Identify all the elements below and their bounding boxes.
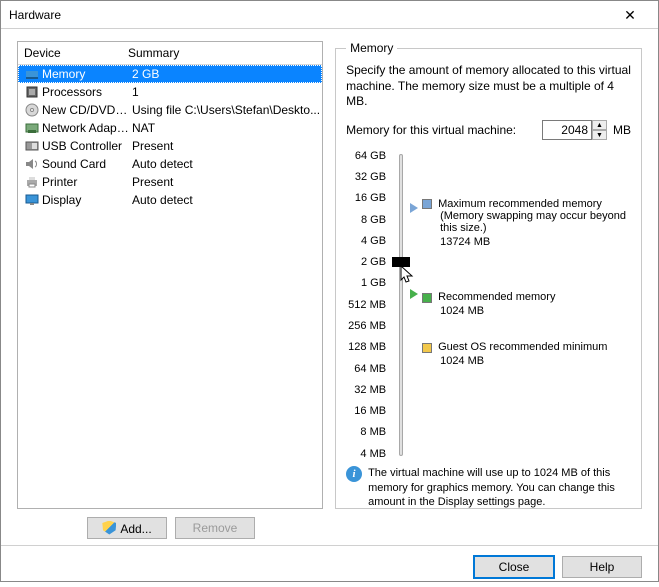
device-row-display[interactable]: DisplayAuto detect (18, 191, 322, 209)
legend-title: Maximum recommended memory (438, 198, 602, 210)
memory-note: i The virtual machine will use up to 102… (346, 466, 631, 511)
device-name: USB Controller (42, 139, 130, 153)
tick-label: 4 GB (361, 235, 386, 247)
memory-icon (24, 66, 40, 82)
tick-label: 2 GB (361, 256, 386, 268)
device-row-printer[interactable]: PrinterPresent (18, 173, 322, 191)
settings-panel: Memory Specify the amount of memory allo… (335, 41, 642, 509)
device-summary: 1 (132, 85, 320, 99)
device-summary: Using file C:\Users\Stefan\Deskto... (132, 103, 320, 117)
window-title: Hardware (9, 8, 61, 22)
memory-legend: Memory (346, 41, 397, 55)
device-row-cd[interactable]: New CD/DVD (...Using file C:\Users\Stefa… (18, 101, 322, 119)
tick-label: 128 MB (348, 341, 386, 353)
sound-icon (24, 156, 40, 172)
header-device[interactable]: Device (24, 46, 128, 60)
legend-item: Guest OS recommended minimum 1024 MB (422, 341, 607, 367)
dialog-footer: Close Help (1, 545, 658, 587)
memory-spinner[interactable]: ▲ ▼ (542, 120, 607, 140)
usb-icon (24, 138, 40, 154)
legend-title: Recommended memory (438, 291, 555, 303)
device-list[interactable]: Memory2 GBProcessors1New CD/DVD (...Usin… (18, 65, 322, 508)
memory-note-text: The virtual machine will use up to 1024 … (368, 466, 631, 511)
device-summary: Auto detect (132, 157, 320, 171)
tick-label: 512 MB (348, 299, 386, 311)
tick-label: 8 GB (361, 214, 386, 226)
tick-label: 8 MB (360, 426, 386, 438)
device-summary: 2 GB (132, 67, 320, 81)
info-icon: i (346, 466, 362, 482)
window-close-button[interactable]: ✕ (610, 2, 650, 28)
device-name: Printer (42, 175, 130, 189)
device-summary: Present (132, 175, 320, 189)
add-button[interactable]: Add... (87, 517, 167, 539)
shield-icon (102, 521, 116, 535)
cpu-icon (24, 84, 40, 100)
tick-label: 4 MB (360, 448, 386, 460)
device-name: Network Adapter (42, 121, 130, 135)
memory-input-label: Memory for this virtual machine: (346, 123, 516, 137)
memory-description: Specify the amount of memory allocated t… (346, 63, 631, 110)
legend-value: 1024 MB (422, 355, 607, 367)
device-summary: Present (132, 139, 320, 153)
memory-group: Memory Specify the amount of memory allo… (335, 41, 642, 509)
memory-slider-rail (399, 154, 403, 456)
device-summary: Auto detect (132, 193, 320, 207)
legend-value: 1024 MB (422, 305, 555, 317)
memory-slider-area: 64 GB 32 GB 16 GB 8 GB 4 GB 2 GB 1 GB 512 MB 256… (346, 150, 631, 460)
tick-label: 64 MB (354, 363, 386, 375)
memory-spin-buttons[interactable]: ▲ ▼ (592, 120, 607, 140)
legend-item: Maximum recommended memory(Memory swappi… (422, 198, 631, 248)
printer-icon (24, 174, 40, 190)
add-remove-row: Add... Remove (23, 515, 319, 545)
tick-label: 16 MB (354, 405, 386, 417)
device-row-nic[interactable]: Network AdapterNAT (18, 119, 322, 137)
device-row-memory[interactable]: Memory2 GB (18, 65, 322, 83)
tick-label: 32 MB (354, 384, 386, 396)
legend-item: Recommended memory 1024 MB (422, 291, 555, 317)
device-name: Sound Card (42, 157, 130, 171)
tick-label: 1 GB (361, 277, 386, 289)
close-button[interactable]: Close (474, 556, 554, 578)
remove-button: Remove (175, 517, 255, 539)
display-icon (24, 192, 40, 208)
memory-spin-down[interactable]: ▼ (592, 130, 607, 140)
content-area: Device Summary Memory2 GBProcessors1New … (1, 29, 658, 515)
memory-unit: MB (613, 123, 631, 137)
tick-label: 16 GB (355, 192, 386, 204)
tick-label: 32 GB (355, 171, 386, 183)
device-summary: NAT (132, 121, 320, 135)
cd-icon (24, 102, 40, 118)
memory-spin-up[interactable]: ▲ (592, 120, 607, 130)
help-button[interactable]: Help (562, 556, 642, 578)
titlebar: Hardware ✕ (1, 1, 658, 29)
device-list-header: Device Summary (18, 42, 322, 65)
legend-subtitle: (Memory swapping may occur beyond this s… (422, 210, 631, 234)
header-summary[interactable]: Summary (128, 46, 318, 60)
device-row-cpu[interactable]: Processors1 (18, 83, 322, 101)
tick-label: 64 GB (355, 150, 386, 162)
device-name: Memory (42, 67, 130, 81)
memory-input[interactable] (542, 120, 592, 140)
nic-icon (24, 120, 40, 136)
device-name: Display (42, 193, 130, 207)
device-row-usb[interactable]: USB ControllerPresent (18, 137, 322, 155)
memory-ticks: 64 GB 32 GB 16 GB 8 GB 4 GB 2 GB 1 GB 512 MB 256… (346, 150, 392, 460)
memory-slider-thumb[interactable] (392, 257, 410, 267)
memory-input-row: Memory for this virtual machine: ▲ ▼ MB (346, 120, 631, 140)
device-list-panel: Device Summary Memory2 GBProcessors1New … (17, 41, 323, 509)
device-name: New CD/DVD (... (42, 103, 130, 117)
memory-slider[interactable] (392, 150, 410, 460)
legend-value: 13724 MB (422, 236, 631, 248)
tick-label: 256 MB (348, 320, 386, 332)
legend-title: Guest OS recommended minimum (438, 341, 607, 353)
memory-legend-column: Maximum recommended memory(Memory swappi… (410, 150, 631, 460)
device-name: Processors (42, 85, 130, 99)
device-row-sound[interactable]: Sound CardAuto detect (18, 155, 322, 173)
